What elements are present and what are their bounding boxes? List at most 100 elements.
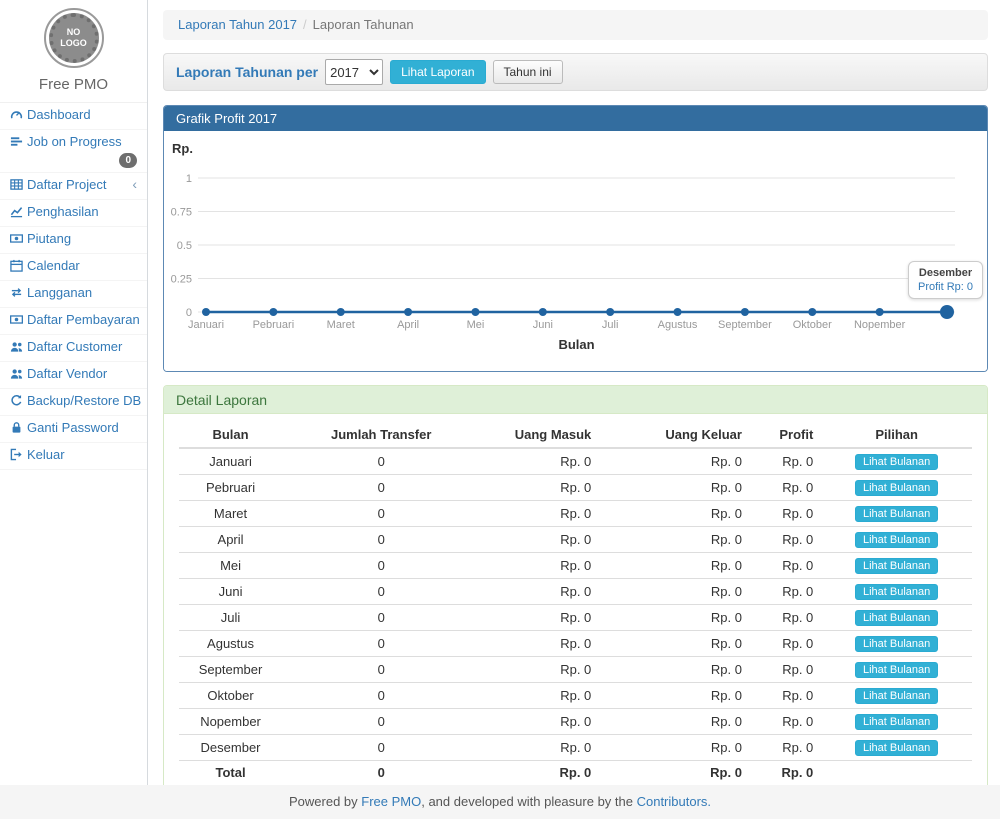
breadcrumb-link[interactable]: Laporan Tahun 2017 [178,17,297,32]
cell-uang_masuk: Rp. 0 [480,501,599,527]
cell-uang_masuk: Rp. 0 [480,631,599,657]
cell-uang_masuk: Rp. 0 [480,448,599,475]
gauge-icon [10,108,27,125]
data-point-september [741,308,749,316]
sidebar-item-job-on-progress[interactable]: Job on Progress0 [0,130,147,173]
cell-bulan: Mei [179,553,282,579]
cell-profit: Rp. 0 [750,631,821,657]
sidebar-item-label: Penghasilan [27,204,99,219]
column-header-pilihan: Pilihan [821,422,972,448]
svg-text:September: September [718,319,772,331]
year-select[interactable]: 2017 [325,59,383,85]
sidebar-item-label: Daftar Project [27,177,106,192]
sidebar-item-daftar-vendor[interactable]: Daftar Vendor [0,362,147,389]
lihat-bulanan-button[interactable]: Lihat Bulanan [855,688,938,704]
detail-laporan-panel: Detail Laporan BulanJumlah TransferUang … [163,385,988,795]
exchange-icon [10,286,27,303]
lihat-bulanan-button[interactable]: Lihat Bulanan [855,532,938,548]
lihat-bulanan-button[interactable]: Lihat Bulanan [855,584,938,600]
lihat-bulanan-button[interactable]: Lihat Bulanan [855,610,938,626]
cell-jumlah_transfer: 0 [282,448,480,475]
cell-profit: Rp. 0 [750,579,821,605]
sidebar-item-ganti-password[interactable]: Ganti Password [0,416,147,443]
cell-uang_keluar: Rp. 0 [599,553,750,579]
cell-jumlah_transfer: 0 [282,761,480,785]
svg-text:Mei: Mei [467,319,485,331]
cell-uang_keluar: Rp. 0 [599,631,750,657]
cell-bulan: Januari [179,448,282,475]
lihat-bulanan-button[interactable]: Lihat Bulanan [855,740,938,756]
cell-uang_masuk: Rp. 0 [480,553,599,579]
lihat-bulanan-button[interactable]: Lihat Bulanan [855,662,938,678]
table-row-agustus: Agustus0Rp. 0Rp. 0Rp. 0Lihat Bulanan [179,631,972,657]
footer-link-freepmo[interactable]: Free PMO [361,794,421,809]
app-name: Free PMO [0,76,147,93]
lihat-bulanan-button[interactable]: Lihat Bulanan [855,454,938,470]
money-icon [10,232,27,249]
cell-uang_keluar: Rp. 0 [599,475,750,501]
cell-pilihan: Lihat Bulanan [821,657,972,683]
sidebar-item-dashboard[interactable]: Dashboard [0,103,147,130]
column-header-uang-masuk: Uang Masuk [480,422,599,448]
cell-profit: Rp. 0 [750,475,821,501]
cell-uang_keluar: Rp. 0 [599,683,750,709]
report-filter-bar: Laporan Tahunan per 2017 Lihat Laporan T… [163,53,988,91]
lihat-bulanan-button[interactable]: Lihat Bulanan [855,714,938,730]
cell-bulan: September [179,657,282,683]
lihat-bulanan-button[interactable]: Lihat Bulanan [855,558,938,574]
cell-uang_masuk: Rp. 0 [480,579,599,605]
sidebar-item-piutang[interactable]: Piutang [0,227,147,254]
cell-jumlah_transfer: 0 [282,631,480,657]
data-point-maret [337,308,345,316]
cell-profit: Rp. 0 [750,709,821,735]
data-point-agustus [674,308,682,316]
profit-chart-panel: Grafik Profit 2017 00.250.50.751Rp.Janua… [163,105,988,372]
filter-label: Laporan Tahunan per [176,64,318,80]
cell-uang_masuk: Rp. 0 [480,527,599,553]
sidebar-item-label: Daftar Vendor [27,366,107,381]
table-row-april: April0Rp. 0Rp. 0Rp. 0Lihat Bulanan [179,527,972,553]
sidebar-item-label: Backup/Restore DB [27,393,141,408]
sidebar-item-backup-restore-db[interactable]: Backup/Restore DB [0,389,147,416]
svg-text:0.5: 0.5 [177,240,192,252]
cell-pilihan: Lihat Bulanan [821,735,972,761]
sidebar-item-daftar-pembayaran[interactable]: Daftar Pembayaran [0,308,147,335]
cell-jumlah_transfer: 0 [282,501,480,527]
cell-pilihan: Lihat Bulanan [821,475,972,501]
cell-uang_keluar: Rp. 0 [599,709,750,735]
footer-link-contributors[interactable]: Contributors. [637,794,711,809]
tahun-ini-button[interactable]: Tahun ini [493,60,563,84]
sidebar-item-penghasilan[interactable]: Penghasilan [0,200,147,227]
sidebar-item-keluar[interactable]: Keluar [0,443,147,470]
cell-profit: Rp. 0 [750,448,821,475]
lihat-bulanan-button[interactable]: Lihat Bulanan [855,636,938,652]
cell-jumlah_transfer: 0 [282,605,480,631]
sign-out-icon [10,448,27,465]
lihat-bulanan-button[interactable]: Lihat Bulanan [855,480,938,496]
profit-chart-svg: 00.250.50.751Rp.JanuariPebruariMaretApri… [164,131,987,371]
footer-text-middle: , and developed with pleasure by the [421,794,636,809]
lihat-laporan-button[interactable]: Lihat Laporan [390,60,485,84]
total-row: Total0Rp. 0Rp. 0Rp. 0 [179,761,972,785]
cell-uang_keluar: Rp. 0 [599,448,750,475]
cell-profit: Rp. 0 [750,501,821,527]
sidebar-item-label: Langganan [27,285,92,300]
chart-panel-title: Grafik Profit 2017 [164,106,987,131]
cell-pilihan: Lihat Bulanan [821,553,972,579]
data-point-juni [539,308,547,316]
table-row-september: September0Rp. 0Rp. 0Rp. 0Lihat Bulanan [179,657,972,683]
cell-profit: Rp. 0 [750,683,821,709]
sidebar-item-label: Piutang [27,231,71,246]
tasks-icon [10,135,27,152]
sidebar-item-daftar-project[interactable]: Daftar Project‹ [0,173,147,200]
data-point-nopember [876,308,884,316]
sidebar-item-daftar-customer[interactable]: Daftar Customer [0,335,147,362]
svg-text:Juni: Juni [533,319,553,331]
lihat-bulanan-button[interactable]: Lihat Bulanan [855,506,938,522]
sidebar-item-langganan[interactable]: Langganan [0,281,147,308]
sidebar-item-calendar[interactable]: Calendar [0,254,147,281]
cell-pilihan [821,761,972,785]
cell-bulan: Juli [179,605,282,631]
cell-uang_keluar: Rp. 0 [599,761,750,785]
cell-pilihan: Lihat Bulanan [821,709,972,735]
